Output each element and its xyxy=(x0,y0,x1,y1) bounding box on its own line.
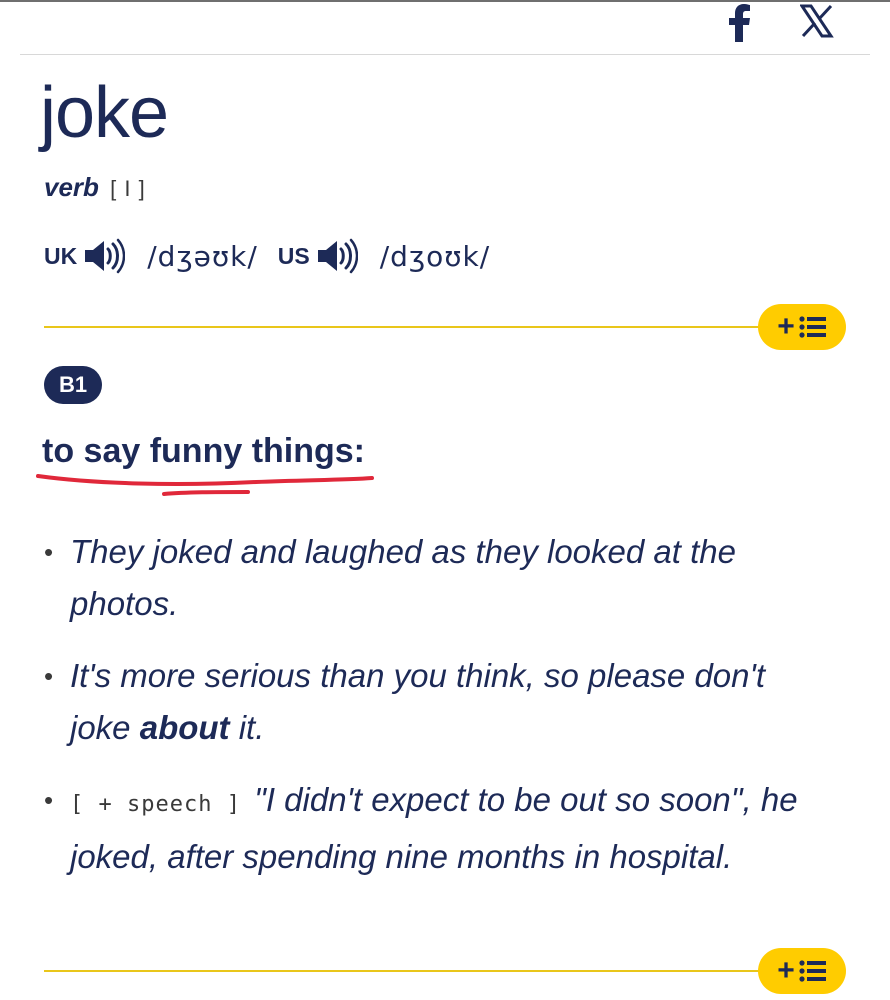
region-us: US xyxy=(277,242,310,269)
cefr-level-badge: B1 xyxy=(44,366,102,404)
example-keyword: about xyxy=(139,709,230,746)
add-to-word-list-button[interactable]: + xyxy=(758,304,846,350)
plus-icon: + xyxy=(777,954,795,987)
x-twitter-icon[interactable] xyxy=(799,4,834,43)
part-of-speech-line: verb [ I ] xyxy=(44,170,146,206)
region-uk: UK xyxy=(44,242,78,269)
ipa-us: /dʒoʊk/ xyxy=(379,239,491,273)
example-sentence: [ + speech ] "I didn't expect to be out … xyxy=(44,774,804,883)
headword: joke xyxy=(40,73,169,153)
example-text: it. xyxy=(229,709,265,746)
uk-audio-button[interactable] xyxy=(83,238,126,274)
grammar-code: [ I ] xyxy=(110,176,146,201)
ipa-uk: /dʒəʊk/ xyxy=(147,239,258,273)
example-sentence: It's more serious than you think, so ple… xyxy=(44,650,804,754)
red-underline-annotation xyxy=(36,474,374,496)
us-audio-button[interactable] xyxy=(316,238,358,274)
share-bar xyxy=(20,0,870,55)
speaker-icon xyxy=(317,238,358,274)
example-sentence: They joked and laughed as they looked at… xyxy=(44,526,804,630)
section-divider xyxy=(44,970,774,972)
speaker-icon xyxy=(85,238,126,274)
facebook-icon[interactable] xyxy=(726,4,754,47)
plus-icon: + xyxy=(777,310,795,343)
list-icon xyxy=(799,316,826,338)
list-icon xyxy=(799,960,826,982)
part-of-speech: verb xyxy=(44,172,99,202)
section-divider xyxy=(44,326,774,328)
pronunciation-line: UK /dʒəʊk/ US /dʒoʊk/ xyxy=(44,236,510,276)
add-to-word-list-button[interactable]: + xyxy=(758,948,846,994)
example-text: They joked and laughed as they looked at… xyxy=(70,533,736,622)
example-grammar-code: [ + speech ] xyxy=(70,792,241,817)
definition: to say funny things: xyxy=(42,432,365,470)
